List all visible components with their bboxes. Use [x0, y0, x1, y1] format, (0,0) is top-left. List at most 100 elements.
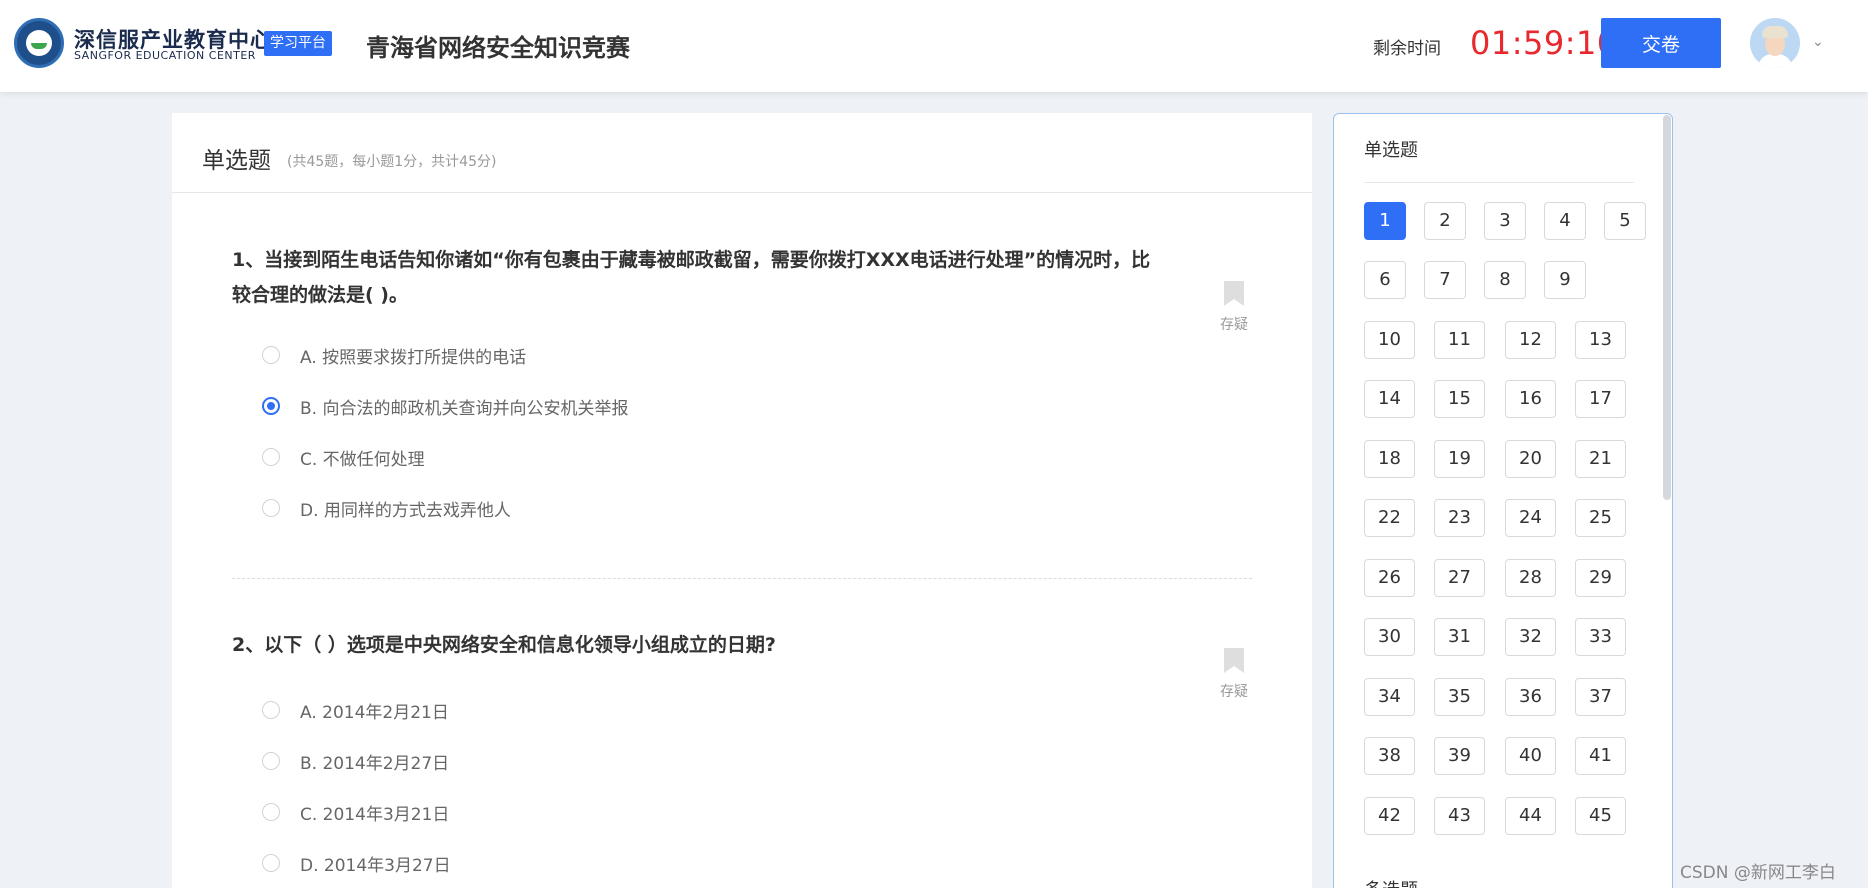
question-nav-30[interactable]: 30 [1364, 618, 1415, 656]
option-text: A. 2014年2月21日 [300, 702, 449, 723]
top-header: 深信服产业教育中心 SANGFOR EDUCATION CENTER 学习平台 … [0, 0, 1868, 92]
question-nav-37[interactable]: 37 [1575, 678, 1626, 716]
radio-button[interactable] [262, 346, 280, 364]
question-nav-42[interactable]: 42 [1364, 797, 1415, 835]
countdown-timer: 01:59:10 [1470, 24, 1618, 62]
question-nav-7[interactable]: 7 [1424, 261, 1466, 299]
option-text: D. 用同样的方式去戏弄他人 [300, 500, 511, 521]
question-nav-2[interactable]: 2 [1424, 202, 1466, 240]
question-nav-15[interactable]: 15 [1434, 380, 1485, 418]
option-text: B. 向合法的邮政机关查询并向公安机关举报 [300, 398, 629, 419]
section-note: (共45题，每小题1分，共计45分) [287, 154, 497, 170]
question-nav-34[interactable]: 34 [1364, 678, 1415, 716]
submit-exam-button[interactable]: 交卷 [1601, 18, 1721, 68]
question-nav-11[interactable]: 11 [1434, 321, 1485, 359]
question-nav-31[interactable]: 31 [1434, 618, 1485, 656]
option-d[interactable]: D. 2014年3月27日 [262, 848, 451, 878]
scrollbar-thumb[interactable] [1663, 115, 1671, 500]
question-nav-1[interactable]: 1 [1364, 202, 1406, 240]
question-text: 2、以下（ ）选项是中央网络安全和信息化领导小组成立的日期? [232, 634, 776, 656]
question-2: 2、以下（ ）选项是中央网络安全和信息化领导小组成立的日期? 存疑 A. 201… [232, 628, 1252, 888]
timer-label: 剩余时间 [1373, 39, 1441, 59]
question-nav-28[interactable]: 28 [1505, 559, 1556, 597]
chevron-down-icon[interactable]: ⌄ [1812, 34, 1824, 50]
bookmark-label: 存疑 [1220, 684, 1248, 700]
bookmark-button[interactable]: 存疑 [1214, 281, 1254, 334]
question-nav-43[interactable]: 43 [1434, 797, 1485, 835]
option-text: C. 2014年3月21日 [300, 804, 450, 825]
option-a[interactable]: A. 按照要求拨打所提供的电话 [262, 340, 526, 370]
question-nav-33[interactable]: 33 [1575, 618, 1626, 656]
bookmark-label: 存疑 [1220, 317, 1248, 333]
radio-button[interactable] [262, 499, 280, 517]
radio-button[interactable] [262, 803, 280, 821]
question-nav-12[interactable]: 12 [1505, 321, 1556, 359]
bookmark-button[interactable]: 存疑 [1214, 648, 1254, 701]
bookmark-icon [1224, 648, 1244, 673]
radio-button[interactable] [262, 448, 280, 466]
bookmark-icon [1224, 281, 1244, 306]
question-nav-10[interactable]: 10 [1364, 321, 1415, 359]
question-nav-20[interactable]: 20 [1505, 440, 1556, 478]
section-header: 单选题 (共45题，每小题1分，共计45分) [172, 113, 1312, 193]
radio-button[interactable] [262, 701, 280, 719]
question-text: 1、当接到陌生电话告知你诸如“你有包裹由于藏毒被邮政截留，需要你拨打XXX电话进… [232, 249, 1151, 306]
question-nav-38[interactable]: 38 [1364, 737, 1415, 775]
answer-card-scrollbar[interactable] [1663, 115, 1671, 888]
sangfor-logo-icon [14, 18, 64, 68]
question-nav-21[interactable]: 21 [1575, 440, 1626, 478]
question-1: 1、当接到陌生电话告知你诸如“你有包裹由于藏毒被邮政截留，需要你拨打XXX电话进… [232, 243, 1252, 563]
question-nav-23[interactable]: 23 [1434, 499, 1485, 537]
radio-button[interactable] [262, 854, 280, 872]
option-text: B. 2014年2月27日 [300, 753, 450, 774]
question-nav-3[interactable]: 3 [1484, 202, 1526, 240]
question-nav-29[interactable]: 29 [1575, 559, 1626, 597]
question-divider [232, 578, 1252, 579]
watermark: CSDN @新网工李白 [1680, 863, 1836, 883]
option-d[interactable]: D. 用同样的方式去戏弄他人 [262, 493, 511, 523]
question-nav-44[interactable]: 44 [1505, 797, 1556, 835]
question-nav-36[interactable]: 36 [1505, 678, 1556, 716]
option-b[interactable]: B. 向合法的邮政机关查询并向公安机关举报 [262, 391, 628, 421]
question-nav-13[interactable]: 13 [1575, 321, 1626, 359]
question-nav-5[interactable]: 5 [1604, 202, 1646, 240]
radio-button[interactable] [262, 752, 280, 770]
question-nav-41[interactable]: 41 [1575, 737, 1626, 775]
question-nav-39[interactable]: 39 [1434, 737, 1485, 775]
question-nav-26[interactable]: 26 [1364, 559, 1415, 597]
option-a[interactable]: A. 2014年2月21日 [262, 695, 449, 725]
question-nav-32[interactable]: 32 [1505, 618, 1556, 656]
option-text: A. 按照要求拨打所提供的电话 [300, 347, 527, 368]
option-c[interactable]: C. 不做任何处理 [262, 442, 425, 472]
exam-title: 青海省网络安全知识竞赛 [366, 34, 630, 62]
question-nav-35[interactable]: 35 [1434, 678, 1485, 716]
answer-card: 单选题 1 2 3 4 5 6 7 8 9 10 11 12 13 14 15 … [1333, 113, 1673, 888]
question-nav-6[interactable]: 6 [1364, 261, 1406, 299]
question-panel: 单选题 (共45题，每小题1分，共计45分) 1、当接到陌生电话告知你诸如“你有… [172, 113, 1312, 888]
question-nav-9[interactable]: 9 [1544, 261, 1586, 299]
question-nav-45[interactable]: 45 [1575, 797, 1626, 835]
question-nav-8[interactable]: 8 [1484, 261, 1526, 299]
question-nav-18[interactable]: 18 [1364, 440, 1415, 478]
question-nav-4[interactable]: 4 [1544, 202, 1586, 240]
avatar-icon[interactable] [1750, 18, 1800, 68]
option-b[interactable]: B. 2014年2月27日 [262, 746, 449, 776]
option-text: C. 不做任何处理 [300, 449, 425, 470]
section-title: 单选题 [202, 148, 271, 174]
option-text: D. 2014年3月27日 [300, 855, 451, 876]
answer-card-title: 单选题 [1364, 140, 1418, 161]
option-c[interactable]: C. 2014年3月21日 [262, 797, 449, 827]
question-nav-27[interactable]: 27 [1434, 559, 1485, 597]
answer-card-divider [1364, 182, 1634, 183]
radio-button-selected[interactable] [262, 397, 280, 415]
question-nav-19[interactable]: 19 [1434, 440, 1485, 478]
question-nav-17[interactable]: 17 [1575, 380, 1626, 418]
question-nav-22[interactable]: 22 [1364, 499, 1415, 537]
question-nav-14[interactable]: 14 [1364, 380, 1415, 418]
brand-name-en: SANGFOR EDUCATION CENTER [74, 49, 256, 62]
question-nav-40[interactable]: 40 [1505, 737, 1556, 775]
question-nav-25[interactable]: 25 [1575, 499, 1626, 537]
platform-badge[interactable]: 学习平台 [264, 31, 332, 56]
question-nav-16[interactable]: 16 [1505, 380, 1556, 418]
question-nav-24[interactable]: 24 [1505, 499, 1556, 537]
